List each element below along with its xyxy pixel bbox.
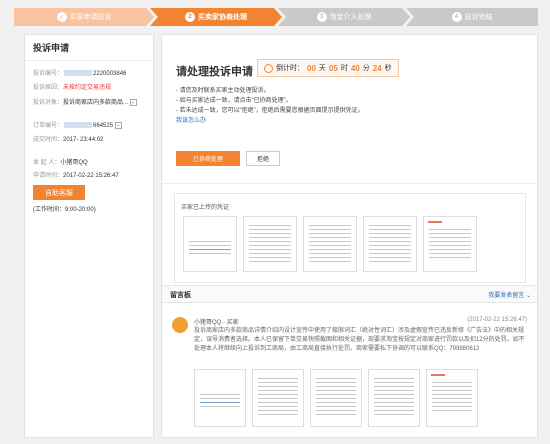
- message-board-header: 留言板 我要发表留言 ⌄: [162, 285, 537, 303]
- evidence-thumbnail[interactable]: [423, 216, 477, 272]
- evidence-thumbnail[interactable]: [303, 216, 357, 272]
- progress-steps: ✓ 买家申请投诉 2 买卖家协商处理 3 淘宝介入处理 4 投诉完结: [14, 8, 538, 26]
- panel-title: 投诉申请: [25, 35, 153, 61]
- negotiated-button[interactable]: 已协商处理: [176, 151, 240, 166]
- message-board-title: 留言板: [170, 292, 191, 299]
- message-time: (2017-02-22 15:26:47): [467, 317, 527, 323]
- step-number: 2: [185, 12, 195, 22]
- main-panel: 请处理投诉申请 倒计时： 00 天 05 时 40 分 24 秒 - 请您及时联系买家主…: [161, 34, 538, 438]
- step-number: 4: [451, 12, 462, 22]
- instructions: - 请您及时联系买家主动处理投诉。 - 如与买家达成一致，请点击“已协商处理”。…: [176, 86, 364, 126]
- chevron-down-icon[interactable]: ⌄: [129, 98, 137, 106]
- tip-line: - 如与买家达成一致，请点击“已协商处理”。: [176, 98, 292, 104]
- evidence-thumbnail[interactable]: [243, 216, 297, 272]
- avatar: [172, 317, 188, 333]
- page-title: 请处理投诉申请: [176, 66, 253, 78]
- countdown-timer: 倒计时： 00 天 05 时 40 分 24 秒: [257, 59, 399, 77]
- step-label: 投诉完结: [464, 14, 493, 21]
- order-time-row: 成交时间：2017- 23:44:02: [33, 137, 104, 143]
- message-thumbnail[interactable]: [368, 369, 420, 427]
- evidence-section: 买家已上传的凭证: [174, 193, 526, 283]
- initiator-row: 发 起 人：小猪哥QQ: [33, 160, 88, 166]
- reason-value: 未按约定交易违规: [63, 85, 112, 91]
- evidence-thumbnail[interactable]: [183, 216, 237, 272]
- chevron-down-icon[interactable]: ⌄: [114, 121, 122, 129]
- complaint-no: 2220003846: [93, 71, 127, 77]
- message-author: 小猪哥QQ - 买家: [194, 320, 239, 326]
- post-message-link[interactable]: 我要发表留言 ⌄: [488, 290, 531, 299]
- tip-line: - 请您及时联系买家主动处理投诉。: [176, 88, 270, 94]
- step-negotiate: 2 买卖家协商处理: [150, 8, 282, 26]
- message-thumbnail[interactable]: [426, 369, 478, 427]
- complaint-info-panel: 投诉申请 投诉编号： 2220003846 投诉原因：未按约定交易违规 投诉对象：…: [24, 34, 154, 438]
- tip-line: - 若未达成一致，您可以“拒绝”，拒绝后需要您根据页面提示提供凭证。: [176, 108, 364, 114]
- initiator-value: 小猪哥QQ: [60, 160, 88, 166]
- message-thumbnail[interactable]: [194, 369, 246, 427]
- step-number: 3: [316, 12, 327, 22]
- divider: [162, 183, 537, 184]
- check-icon: ✓: [56, 12, 67, 22]
- redacted-block: [64, 70, 93, 77]
- step-label: 淘宝介入处理: [329, 14, 372, 21]
- step-apply: ✓ 买家申请投诉: [14, 8, 154, 26]
- step-label: 买家申请投诉: [69, 14, 112, 21]
- order-row: 订单编号： 664525 ⌄: [33, 121, 122, 129]
- evidence-label: 买家已上传的凭证: [181, 205, 230, 211]
- target-row: 投诉对象：投诉商家店内多款商品... ⌄: [33, 98, 137, 106]
- evidence-thumbnails: [183, 216, 477, 272]
- message-thumbnail[interactable]: [252, 369, 304, 427]
- step-complete: 4 投诉完结: [406, 8, 538, 26]
- redacted-block: [64, 122, 93, 129]
- work-hours: (工作时间：9:00-20:00): [33, 207, 96, 213]
- step-intervene: 3 淘宝介入处理: [278, 8, 410, 26]
- reject-button[interactable]: 拒绝: [246, 151, 280, 166]
- step-label: 买卖家协商处理: [198, 14, 247, 21]
- message-item: 小猪哥QQ - 买家 (2017-02-22 15:26:47) 投诉商家店内多…: [162, 307, 537, 437]
- order-no: 664525: [93, 123, 114, 129]
- order-time: 2017- 23:44:02: [63, 137, 104, 143]
- apply-time-row: 申请时间：2017-02-22 15:26:47: [33, 173, 119, 179]
- message-text: 投诉商家店内多款商品详情介绍内设计宣传中使用了极限词汇（绝对性词汇）涉及虚假宣传…: [194, 328, 525, 352]
- message-thumbnail[interactable]: [310, 369, 362, 427]
- help-link[interactable]: 我该怎么办: [176, 116, 364, 126]
- target-value: 投诉商家店内多款商品...: [63, 100, 129, 106]
- self-service-button[interactable]: 自助客服: [33, 185, 85, 200]
- reason-row: 投诉原因：未按约定交易违规: [33, 85, 112, 91]
- message-thumbnails: [194, 369, 478, 427]
- clock-icon: [264, 63, 273, 73]
- complaint-no-row: 投诉编号： 2220003846: [33, 70, 127, 77]
- evidence-thumbnail[interactable]: [363, 216, 417, 272]
- apply-time: 2017-02-22 15:26:47: [63, 173, 119, 179]
